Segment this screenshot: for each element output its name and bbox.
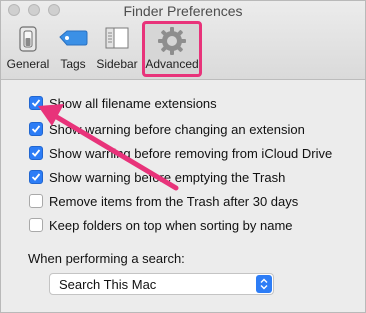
option-label: Show warning before changing an extensio… — [49, 121, 305, 137]
sidebar-icon — [105, 27, 129, 49]
option-label: Show all filename extensions — [49, 95, 217, 111]
search-scope-label: When performing a search: — [28, 251, 185, 266]
tab-general[interactable]: General — [5, 23, 51, 75]
option-remove-trash-30-days[interactable]: Remove items from the Trash after 30 day… — [29, 192, 298, 210]
gear-icon — [158, 27, 186, 55]
tab-tags-label: Tags — [60, 57, 86, 71]
tab-sidebar[interactable]: Sidebar — [93, 23, 141, 75]
checkbox-unchecked-icon[interactable] — [29, 194, 43, 208]
search-scope-select[interactable]: Search This Mac — [49, 273, 274, 295]
search-scope-value: Search This Mac — [59, 277, 157, 292]
advanced-pane: Show all filename extensions Show warnin… — [1, 80, 365, 312]
option-show-filename-extensions[interactable]: Show all filename extensions — [29, 94, 217, 112]
option-label: Remove items from the Trash after 30 day… — [49, 193, 299, 209]
checkbox-checked-icon[interactable] — [29, 96, 43, 110]
tab-advanced[interactable]: Advanced — [142, 21, 202, 77]
option-warn-empty-trash[interactable]: Show warning before emptying the Trash — [29, 168, 285, 186]
checkbox-unchecked-icon[interactable] — [29, 218, 43, 232]
tab-general-label: General — [6, 57, 50, 71]
tab-tags[interactable]: Tags — [55, 23, 91, 75]
option-label: Keep folders on top when sorting by name — [49, 217, 293, 233]
general-switch-icon — [19, 26, 37, 52]
option-warn-remove-icloud[interactable]: Show warning before removing from iCloud… — [29, 144, 332, 162]
option-label: Show warning before emptying the Trash — [49, 169, 286, 185]
updown-chevron-icon — [256, 275, 272, 293]
tab-sidebar-label: Sidebar — [96, 57, 138, 71]
tab-advanced-label: Advanced — [145, 57, 199, 71]
option-folders-on-top[interactable]: Keep folders on top when sorting by name — [29, 216, 293, 234]
finder-preferences-window: Finder Preferences General Tags Sidebar … — [0, 0, 366, 313]
option-warn-change-extension[interactable]: Show warning before changing an extensio… — [29, 120, 305, 138]
tag-icon — [59, 30, 88, 46]
checkbox-checked-icon[interactable] — [29, 122, 43, 136]
option-label: Show warning before removing from iCloud… — [49, 145, 333, 161]
checkbox-checked-icon[interactable] — [29, 146, 43, 160]
checkbox-checked-icon[interactable] — [29, 170, 43, 184]
window-title: Finder Preferences — [123, 3, 243, 19]
title-bar: Finder Preferences General Tags Sidebar … — [1, 1, 365, 80]
